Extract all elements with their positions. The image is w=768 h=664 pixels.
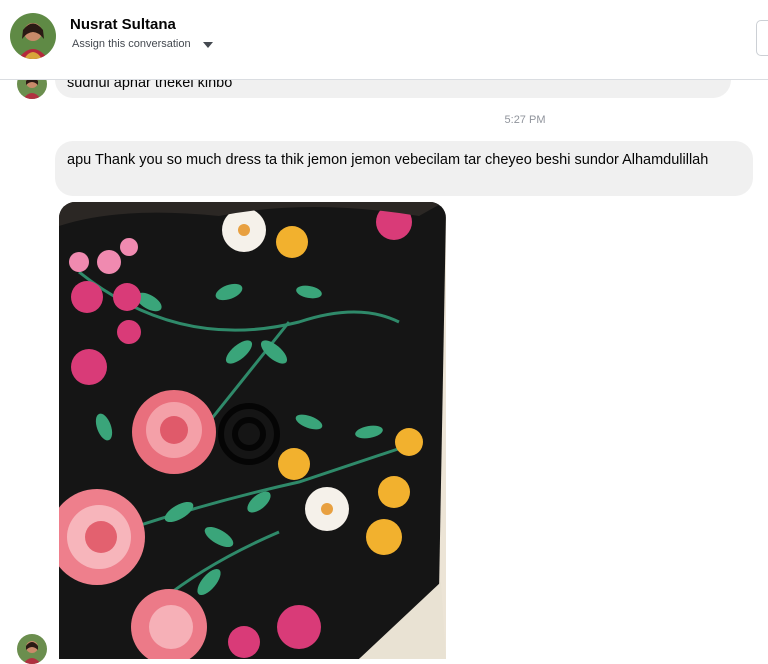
photo-attachment[interactable]: [59, 202, 446, 659]
assign-conversation-dropdown[interactable]: Assign this conversation: [72, 38, 213, 50]
contact-avatar[interactable]: [10, 13, 56, 59]
assign-label: Assign this conversation: [72, 38, 191, 50]
contact-name[interactable]: Nusrat Sultana: [70, 16, 176, 33]
header-action-button[interactable]: [756, 20, 768, 56]
contact-avatar-small[interactable]: [17, 634, 47, 664]
conversation-header: Nusrat Sultana Assign this conversation: [0, 0, 768, 80]
message-text: apu Thank you so much dress ta thik jemo…: [67, 152, 709, 168]
message-bubble[interactable]: apu Thank you so much dress ta thik jemo…: [55, 141, 753, 196]
floral-fabric-image: [59, 202, 446, 659]
caret-down-icon: [202, 41, 213, 48]
message-timestamp: 5:27 PM: [504, 114, 546, 126]
